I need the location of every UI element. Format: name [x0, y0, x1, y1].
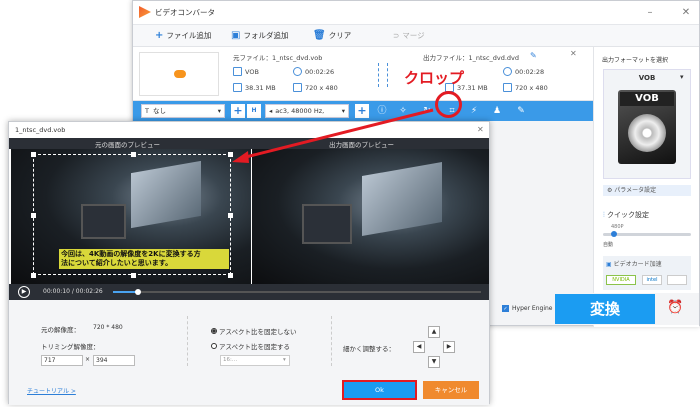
arrow-line — [241, 108, 434, 160]
annotation-arrow — [232, 108, 434, 163]
arrow-head — [232, 151, 249, 163]
